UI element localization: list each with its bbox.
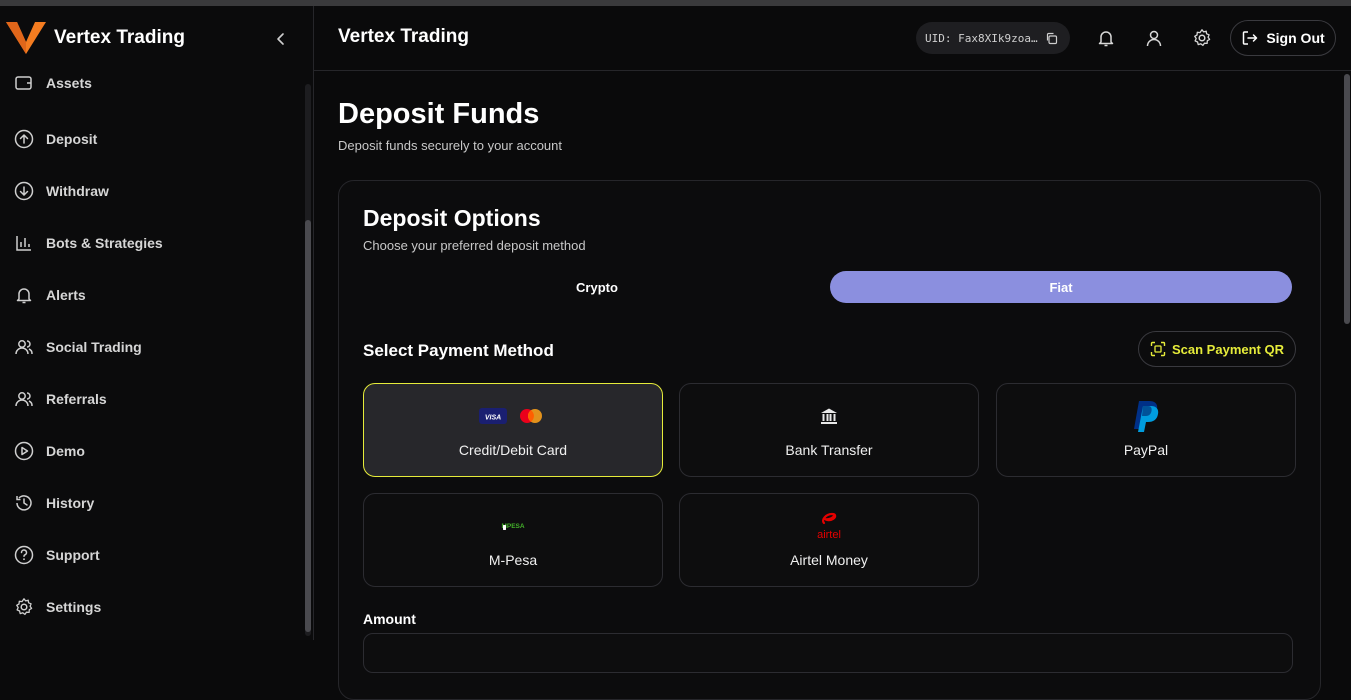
sidebar-item-label: Support (46, 547, 100, 563)
brand-name: Vertex Trading (54, 27, 185, 48)
sign-out-icon (1243, 31, 1258, 45)
main-area: Vertex Trading UID: Fax8XIk9zoa… Sign Ou… (314, 6, 1351, 700)
history-icon (14, 493, 34, 513)
method-credit-debit-card[interactable]: VISA Credit/Debit Card (363, 383, 663, 477)
sidebar-item-bots-strategies[interactable]: Bots & Strategies (0, 223, 300, 263)
visa-logo-text: VISA (485, 415, 501, 422)
method-airtel-money[interactable]: airtel Airtel Money (679, 493, 979, 587)
amount-label: Amount (363, 611, 416, 627)
sidebar-item-label: Settings (46, 599, 102, 615)
vertex-logo-icon (6, 22, 46, 54)
sidebar-item-settings[interactable]: Settings (0, 587, 300, 627)
method-m-pesa[interactable]: MPESA M-Pesa (363, 493, 663, 587)
mpesa-icon: MPESA (364, 512, 662, 540)
uid-badge: UID: Fax8XIk9zoa… (916, 22, 1070, 54)
wallet-icon (14, 73, 34, 93)
sidebar-item-label: Demo (46, 443, 85, 459)
method-label: M-Pesa (488, 552, 538, 568)
user-icon (1146, 30, 1162, 47)
profile-button[interactable] (1142, 26, 1166, 50)
airtel-icon: airtel (680, 512, 978, 541)
sign-out-button[interactable]: Sign Out (1230, 20, 1336, 56)
method-paypal[interactable]: PayPal (996, 383, 1296, 477)
deposit-type-tabs: Crypto Fiat (363, 271, 1293, 303)
sidebar-item-alerts[interactable]: Alerts (0, 275, 300, 315)
sign-out-label: Sign Out (1266, 30, 1325, 46)
sidebar-scrollbar-thumb[interactable] (305, 220, 311, 632)
brand[interactable]: Vertex Trading (0, 6, 313, 70)
sidebar-item-withdraw[interactable]: Withdraw (0, 171, 300, 211)
bell-icon (14, 285, 34, 305)
sidebar-item-label: Deposit (46, 131, 98, 147)
page-subtitle: Deposit funds securely to your account (338, 138, 563, 153)
sidebar-item-label: Assets (46, 75, 92, 91)
sidebar-item-label: Referrals (46, 391, 107, 407)
sidebar-item-label: Withdraw (46, 183, 109, 199)
method-label: PayPal (1123, 442, 1169, 458)
help-circle-icon (14, 545, 34, 565)
users-icon (14, 389, 34, 409)
sidebar-item-support[interactable]: Support (0, 535, 300, 575)
sidebar-item-label: Bots & Strategies (46, 235, 163, 251)
sidebar: Vertex Trading Assets Deposit Withdraw B… (0, 6, 314, 640)
arrow-up-circle-icon (14, 129, 34, 149)
page-title: Deposit Funds (338, 98, 540, 130)
method-label: Credit/Debit Card (458, 442, 568, 458)
copy-icon[interactable] (1045, 32, 1058, 45)
amount-input[interactable] (363, 633, 1293, 673)
notifications-button[interactable] (1094, 26, 1118, 50)
top-bar: Vertex Trading UID: Fax8XIk9zoa… Sign Ou… (314, 6, 1351, 71)
sidebar-item-label: Social Trading (46, 339, 142, 355)
uid-text: UID: Fax8XIk9zoa… (925, 31, 1038, 45)
method-label: Airtel Money (790, 552, 868, 568)
arrow-down-circle-icon (14, 181, 34, 201)
sidebar-item-label: Alerts (46, 287, 86, 303)
tab-fiat[interactable]: Fiat (830, 271, 1292, 303)
bar-chart-icon (14, 233, 34, 253)
gear-icon (14, 597, 34, 617)
sidebar-item-referrals[interactable]: Referrals (0, 379, 300, 419)
header-title: Vertex Trading (338, 26, 469, 47)
deposit-options-card: Deposit Options Choose your preferred de… (338, 180, 1321, 700)
users-icon (14, 337, 34, 357)
scan-qr-icon (1150, 341, 1166, 357)
sidebar-item-demo[interactable]: Demo (0, 431, 300, 471)
method-bank-transfer[interactable]: Bank Transfer (679, 383, 979, 477)
card-brands-icon: VISA (364, 402, 662, 430)
bank-icon (680, 402, 978, 430)
sidebar-item-deposit[interactable]: Deposit (0, 119, 300, 159)
chevron-left-icon (277, 33, 284, 45)
method-label: Bank Transfer (785, 442, 873, 458)
airtel-logo-text: airtel (817, 529, 841, 541)
card-title: Deposit Options (363, 205, 541, 231)
app-root: Vertex Trading Assets Deposit Withdraw B… (0, 6, 1351, 700)
main-scrollbar[interactable] (1343, 72, 1351, 640)
paypal-icon (997, 401, 1295, 432)
gear-icon (1194, 29, 1211, 47)
card-subtitle: Choose your preferred deposit method (363, 238, 586, 253)
bell-icon (1098, 31, 1114, 47)
scan-payment-qr-button[interactable]: Scan Payment QR (1138, 331, 1296, 367)
sidebar-item-social-trading[interactable]: Social Trading (0, 327, 300, 367)
main-scrollbar-thumb[interactable] (1344, 74, 1350, 324)
payment-method-heading: Select Payment Method (363, 341, 554, 360)
sidebar-item-assets[interactable]: Assets (0, 68, 300, 98)
sidebar-item-history[interactable]: History (0, 483, 300, 523)
sidebar-item-label: History (46, 495, 95, 511)
settings-button[interactable] (1190, 26, 1214, 50)
scan-payment-qr-label: Scan Payment QR (1172, 341, 1284, 357)
play-circle-icon (14, 441, 34, 461)
tab-crypto[interactable]: Crypto (363, 271, 831, 303)
collapse-sidebar-button[interactable] (270, 28, 292, 50)
